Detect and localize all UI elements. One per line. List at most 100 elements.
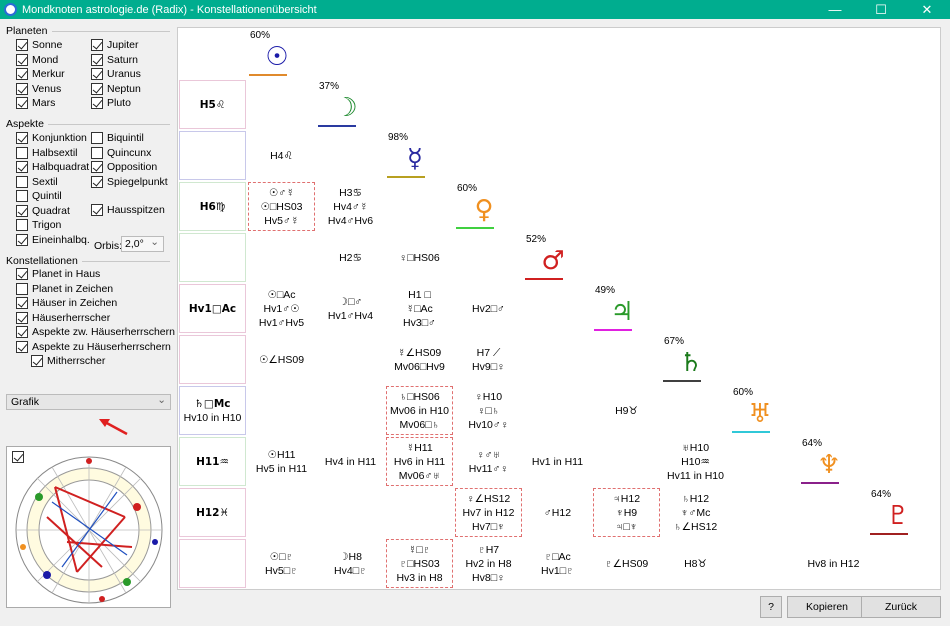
house-row-header[interactable]: H5♌ [179,80,246,129]
house-row-header[interactable] [179,335,246,384]
house-row-header[interactable] [179,233,246,282]
checkbox-venus[interactable]: Venus [16,82,61,96]
constellation-cell[interactable]: ♀∠HS12 Hv7 in H12 Hv7□♆ [455,488,522,537]
house-row-header[interactable] [179,539,246,588]
checkbox-saturn[interactable]: Saturn [91,53,138,67]
view-select[interactable]: Grafik [6,393,171,410]
minimize-button[interactable]: — [812,0,858,19]
checkbox[interactable] [16,146,28,159]
house-row-header[interactable]: H12♓ [179,488,246,537]
constellation-cell[interactable]: ♀H10 ♀□♄ Hv10♂♀ [455,386,522,435]
constellation-cell[interactable]: Hv8 in H12 [800,539,867,588]
checkbox[interactable] [16,53,28,66]
checkbox[interactable] [91,68,103,80]
constellation-cell[interactable]: ♅H10 H10♒ Hv11 in H10 [662,437,729,486]
checkbox-opposition[interactable]: Opposition [91,160,157,174]
orbis-select[interactable]: 2,0° [121,235,164,252]
help-button[interactable]: ? [760,596,782,618]
constellation-cell[interactable]: ♇∠HS09 [593,539,660,588]
checkbox-trigon[interactable]: Trigon [16,218,61,232]
maximize-button[interactable]: ☐ [858,0,904,19]
checkbox[interactable] [16,175,28,188]
checkbox[interactable] [91,39,103,51]
checkbox-häuser-in-zeichen[interactable]: Häuser in Zeichen [16,296,117,310]
checkbox[interactable] [91,175,103,188]
checkbox-aspekte-zu-häuserherrschern[interactable]: Aspekte zu Häuserherrschern [16,340,171,354]
checkbox-quincunx[interactable]: Quincunx [91,146,151,160]
checkbox[interactable] [91,53,103,66]
back-button[interactable]: Zurück [861,596,941,618]
checkbox-uranus[interactable]: Uranus [91,67,141,81]
checkbox-neptun[interactable]: Neptun [91,82,141,96]
constellation-cell[interactable]: ♀♂♅ Hv11♂♀ [455,437,522,486]
constellation-cell[interactable]: Hv2□♂ [455,284,522,333]
constellation-cell[interactable]: H2♋ [317,233,384,282]
checkbox[interactable] [16,311,28,324]
checkbox[interactable] [16,326,28,338]
copy-button[interactable]: Kopieren [787,596,867,618]
house-row-header[interactable] [179,131,246,180]
checkbox-aspekte-zw-häuserherrschern[interactable]: Aspekte zw. Häuserherrschern [16,325,175,339]
house-row-header[interactable]: H11♒ [179,437,246,486]
checkbox-biquintil[interactable]: Biquintil [91,131,144,145]
checkbox-eineinhalbq[interactable]: Eineinhalbq. [16,233,90,247]
constellation-cell[interactable]: ☉∠HS09 [248,335,315,384]
constellation-cell[interactable]: ☉□Ac Hv1♂☉ Hv1♂Hv5 [248,284,315,333]
constellation-cell[interactable]: ☉H11 Hv5 in H11 [248,437,315,486]
checkbox[interactable] [16,219,28,231]
checkbox[interactable] [16,190,28,202]
checkbox-merkur[interactable]: Merkur [16,67,65,81]
checkbox-halbsextil[interactable]: Halbsextil [16,146,78,160]
checkbox[interactable] [16,68,28,80]
checkbox-planet-in-haus[interactable]: Planet in Haus [16,267,100,281]
checkbox-mitherrscher[interactable]: Mitherrscher [31,354,105,368]
house-row-header[interactable]: ♄□Mc Hv10 in H10 [179,386,246,435]
checkbox[interactable] [91,146,103,159]
constellation-cell[interactable]: H1 □ ☿□Ac Hv3□♂ [386,284,453,333]
checkbox-jupiter[interactable]: Jupiter [91,38,139,52]
constellation-cell[interactable]: H9♉ [593,386,660,435]
checkbox[interactable] [31,355,43,367]
checkbox[interactable] [91,204,103,216]
checkbox-quadrat[interactable]: Quadrat [16,204,70,218]
constellation-cell[interactable]: ♇□Ac Hv1□♇ [524,539,591,588]
checkbox[interactable] [16,204,28,217]
constellation-cell[interactable]: ♄□HS06 Mv06 in H10 Mv06□♄ [386,386,453,435]
checkbox-planet-in-zeichen[interactable]: Planet in Zeichen [16,282,113,296]
checkbox[interactable] [16,132,28,144]
checkbox-pluto[interactable]: Pluto [91,96,131,110]
checkbox[interactable] [91,161,103,173]
constellation-cell[interactable]: H8♉ [662,539,729,588]
close-button[interactable]: ✕ [904,0,950,19]
constellation-cell[interactable]: ☉♂☿ ☉□HS03 Hv5♂☿ [248,182,315,231]
constellation-cell[interactable]: ☽□♂ Hv1♂Hv4 [317,284,384,333]
checkbox-hausspitzen[interactable]: Hausspitzen [91,203,165,217]
checkbox-häuserherrscher[interactable]: Häuserherrscher [16,311,110,325]
checkbox[interactable] [16,297,28,309]
constellation-cell[interactable]: ♇H7 Hv2 in H8 Hv8□♀ [455,539,522,588]
constellation-cell[interactable]: ♂H12 [524,488,591,537]
checkbox[interactable] [16,233,28,246]
checkbox-konjunktion[interactable]: Konjunktion [16,131,87,145]
checkbox-quintil[interactable]: Quintil [16,189,62,203]
constellation-cell[interactable]: ☿□♇ ♇□HS03 Hv3 in H8 [386,539,453,588]
constellation-cell[interactable]: H7 ⟋ Hv9□♀ [455,335,522,384]
checkbox-sextil[interactable]: Sextil [16,175,58,189]
chart-checkbox[interactable] [12,450,28,464]
house-row-header[interactable]: Hv1□Ac [179,284,246,333]
checkbox[interactable] [91,82,103,95]
checkbox[interactable] [16,340,28,353]
constellation-cell[interactable]: H4♌ [248,131,315,180]
horoscope-chart[interactable] [6,446,171,608]
constellation-cell[interactable]: ☽H8 Hv4□♇ [317,539,384,588]
checkbox[interactable] [16,161,28,173]
constellation-cell[interactable]: ☿H11 Hv6 in H11 Mv06♂♅ [386,437,453,486]
constellation-cell[interactable]: Hv1 in H11 [524,437,591,486]
checkbox-sonne[interactable]: Sonne [16,38,62,52]
checkbox-halbquadrat[interactable]: Halbquadrat [16,160,89,174]
checkbox-mond[interactable]: Mond [16,53,58,67]
checkbox-spiegelpunkt[interactable]: Spiegelpunkt [91,175,168,189]
house-row-header[interactable]: H6♍ [179,182,246,231]
checkbox[interactable] [16,282,28,295]
constellation-cell[interactable]: Hv4 in H11 [317,437,384,486]
